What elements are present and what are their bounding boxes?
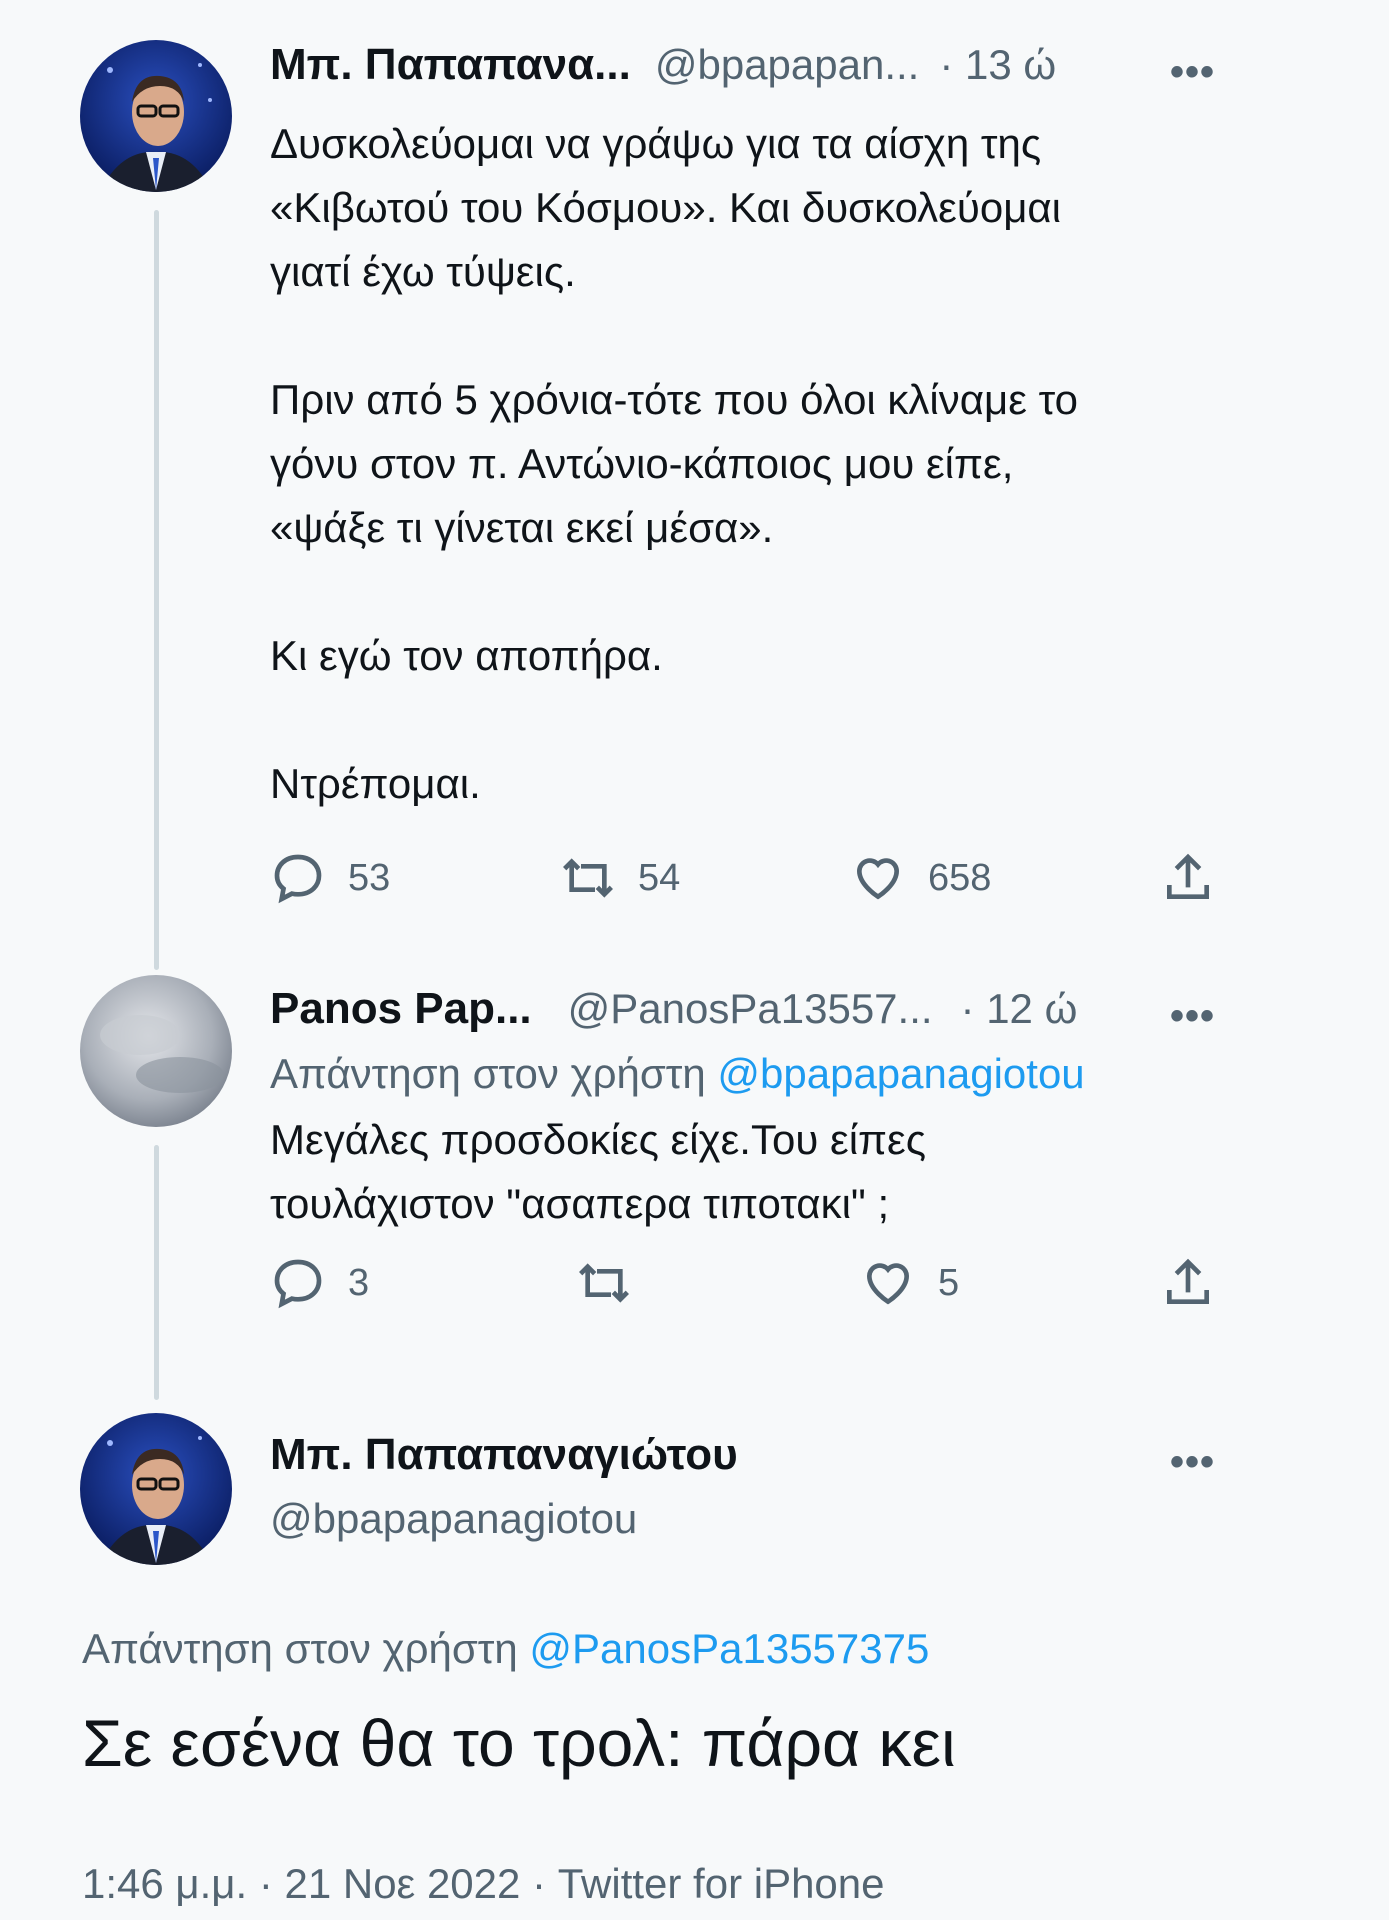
like-icon: [866, 1263, 910, 1305]
reply-prefix: Απάντηση στον χρήστη: [270, 1050, 706, 1097]
author-handle[interactable]: @bpapapanagiotou: [270, 1495, 637, 1543]
share-icon: [1167, 1258, 1209, 1304]
tweet-actions: 53 54 658: [270, 850, 1220, 910]
author-name[interactable]: Μπ. Παπαπανα...: [270, 40, 631, 90]
tweet-text: Σε εσένα θα το τρολ: πάρα κει: [82, 1706, 956, 1780]
retweet-button[interactable]: [576, 1255, 654, 1311]
more-icon[interactable]: •••: [1170, 1440, 1215, 1485]
tweet-reply[interactable]: Panos Pap... @PanosPa13557... · 12 ώ •••…: [0, 970, 1389, 1390]
like-button[interactable]: 658: [850, 850, 991, 906]
reply-count: 3: [348, 1261, 370, 1304]
like-button[interactable]: 5: [860, 1255, 959, 1311]
reply-icon: [274, 854, 322, 904]
avatar[interactable]: [80, 975, 232, 1127]
avatar[interactable]: [80, 1413, 232, 1565]
reply-icon: [274, 1259, 322, 1309]
tweet-meta[interactable]: 1:46 μ.μ. · 21 Νοε 2022 · Twitter for iP…: [82, 1860, 885, 1908]
author-name[interactable]: Panos Pap...: [270, 984, 532, 1034]
reply-count: 53: [348, 856, 391, 899]
retweet-icon: [579, 1263, 629, 1303]
share-button[interactable]: [1160, 1255, 1238, 1311]
timestamp[interactable]: · 13 ώ: [939, 41, 1056, 89]
reply-context: Απάντηση στον χρήστη @bpapapanagiotou: [270, 1050, 1085, 1098]
like-count: 658: [928, 856, 992, 899]
share-icon: [1167, 853, 1209, 899]
author-handle[interactable]: @PanosPa13557...: [568, 985, 933, 1033]
share-button[interactable]: [1160, 850, 1238, 906]
tweet-focused[interactable]: Μπ. Παπαπαναγιώτου @bpapapanagiotou ••• …: [0, 1400, 1389, 1920]
retweet-icon: [563, 858, 613, 898]
retweet-count: 54: [638, 856, 681, 899]
more-icon[interactable]: •••: [1170, 994, 1215, 1039]
like-count: 5: [938, 1261, 960, 1304]
reply-context: Απάντηση στον χρήστη @PanosPa13557375: [82, 1625, 929, 1673]
reply-to-link[interactable]: @PanosPa13557375: [529, 1625, 929, 1672]
reply-prefix: Απάντηση στον χρήστη: [82, 1625, 518, 1672]
author-handle[interactable]: @bpapapan...: [655, 41, 920, 89]
avatar[interactable]: [80, 40, 232, 192]
more-icon[interactable]: •••: [1170, 50, 1215, 95]
reply-button[interactable]: 53: [270, 850, 390, 906]
tweet-original[interactable]: Μπ. Παπαπανα... @bpapapan... · 13 ώ ••• …: [0, 0, 1389, 1000]
timestamp[interactable]: · 12 ώ: [961, 985, 1078, 1033]
tweet-text: Δυσκολεύομαι να γράψω για τα αίσχη της «…: [270, 120, 1078, 807]
author-name[interactable]: Μπ. Παπαπαναγιώτου: [270, 1430, 738, 1480]
like-icon: [856, 858, 900, 900]
tweet-actions: 3 5: [270, 1255, 1220, 1315]
reply-button[interactable]: 3: [270, 1255, 369, 1311]
reply-to-link[interactable]: @bpapapanagiotou: [717, 1050, 1084, 1097]
retweet-button[interactable]: 54: [560, 850, 680, 906]
tweet-text: Μεγάλες προσδοκίες είχε.Του είπες τουλάχ…: [270, 1116, 927, 1227]
